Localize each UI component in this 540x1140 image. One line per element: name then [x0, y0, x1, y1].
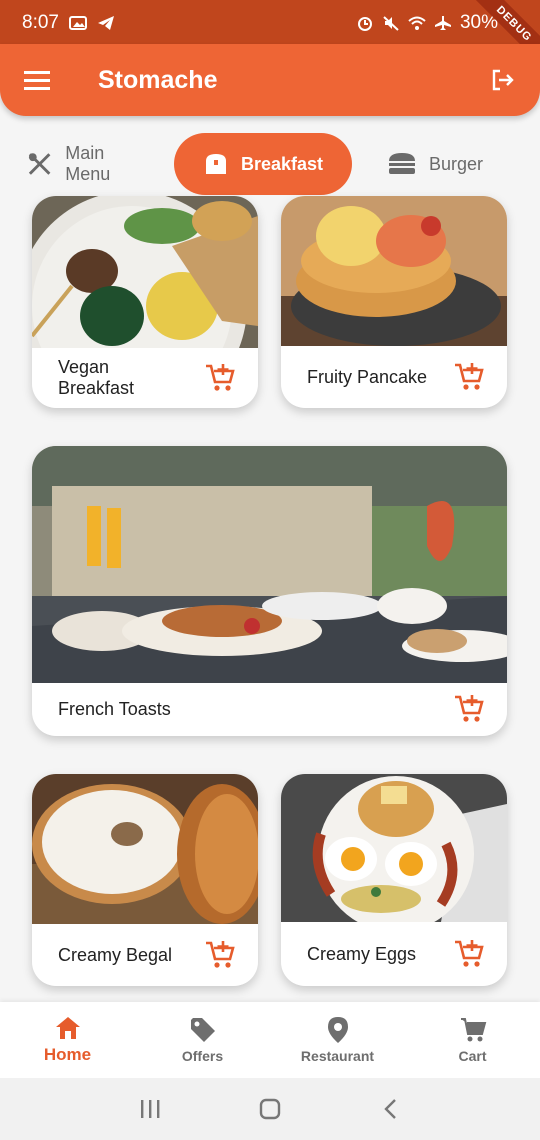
nav-label: Offers [181, 1048, 224, 1064]
telegram-icon [97, 16, 114, 30]
food-name: French Toasts [58, 698, 171, 719]
location-pin-icon [327, 1017, 348, 1043]
food-name: Vegan Breakfast [58, 357, 135, 398]
food-name: Creamy Eggs [307, 943, 417, 964]
airplane-icon [434, 16, 451, 30]
home-system-button[interactable] [255, 1094, 285, 1124]
creamy-eggs-photo [281, 774, 507, 922]
category-tabs: Main Menu Breakfast Burger [0, 132, 540, 196]
menu-button[interactable] [22, 65, 52, 95]
vegan-breakfast-photo [32, 196, 258, 348]
category-main-menu[interactable]: Main Menu [4, 133, 174, 195]
nav-cart[interactable]: Cart [405, 1002, 540, 1078]
nav-offers[interactable]: Offers [135, 1002, 270, 1078]
food-card[interactable]: Fruity Pancake [281, 196, 507, 408]
home-icon [55, 1017, 80, 1039]
recent-apps-icon [141, 1100, 160, 1118]
bread-icon [205, 154, 226, 174]
system-navigation-bar [0, 1078, 540, 1140]
logout-button[interactable] [488, 65, 518, 95]
status-time: 8:07 [22, 12, 59, 33]
add-to-cart-icon[interactable] [204, 939, 236, 971]
add-to-cart-icon[interactable] [204, 362, 236, 394]
food-card[interactable]: Creamy Eggs [281, 774, 507, 986]
app-bar: Stomache [0, 44, 540, 116]
alarm-icon [357, 17, 372, 31]
cart-icon [460, 1018, 486, 1042]
app-title: Stomache [98, 65, 218, 94]
food-name: Creamy Begal [58, 944, 173, 965]
creamy-bagel-photo [32, 774, 258, 924]
burger-icon [388, 153, 415, 174]
food-card[interactable]: French Toasts [32, 446, 507, 736]
back-chevron-icon [384, 1099, 396, 1119]
home-circle-icon [259, 1098, 281, 1120]
logout-icon [492, 69, 514, 91]
gallery-icon [68, 16, 87, 30]
food-name: Fruity Pancake [307, 366, 428, 387]
category-label: Burger [428, 153, 484, 174]
status-bar: 8:07 30% DEBUG [0, 0, 540, 74]
nav-home[interactable]: Home [0, 1002, 135, 1078]
category-label: Breakfast [240, 153, 324, 174]
add-to-cart-icon[interactable] [453, 938, 485, 970]
tag-icon [190, 1018, 215, 1042]
recent-apps-button[interactable] [135, 1094, 165, 1124]
nav-restaurant[interactable]: Restaurant [270, 1002, 405, 1078]
bottom-navigation: Home Offers Restaurant Cart [0, 1002, 540, 1078]
food-card[interactable]: Vegan Breakfast [32, 196, 258, 408]
category-label: Main Menu [65, 143, 111, 184]
add-to-cart-icon[interactable] [453, 693, 485, 725]
back-button[interactable] [375, 1094, 405, 1124]
food-card[interactable]: Creamy Begal [32, 774, 258, 986]
category-burger[interactable]: Burger [360, 133, 510, 195]
french-toasts-photo [32, 446, 507, 683]
add-to-cart-icon[interactable] [453, 361, 485, 393]
cutlery-icon [28, 153, 51, 175]
category-breakfast[interactable]: Breakfast [174, 133, 352, 195]
hamburger-menu-icon [24, 71, 50, 90]
nav-label: Cart [458, 1048, 487, 1064]
nav-label: Restaurant [300, 1048, 375, 1064]
fruity-pancake-photo [281, 196, 507, 346]
nav-label: Home [43, 1045, 92, 1064]
mute-icon [383, 16, 399, 31]
wifi-icon [408, 16, 426, 30]
